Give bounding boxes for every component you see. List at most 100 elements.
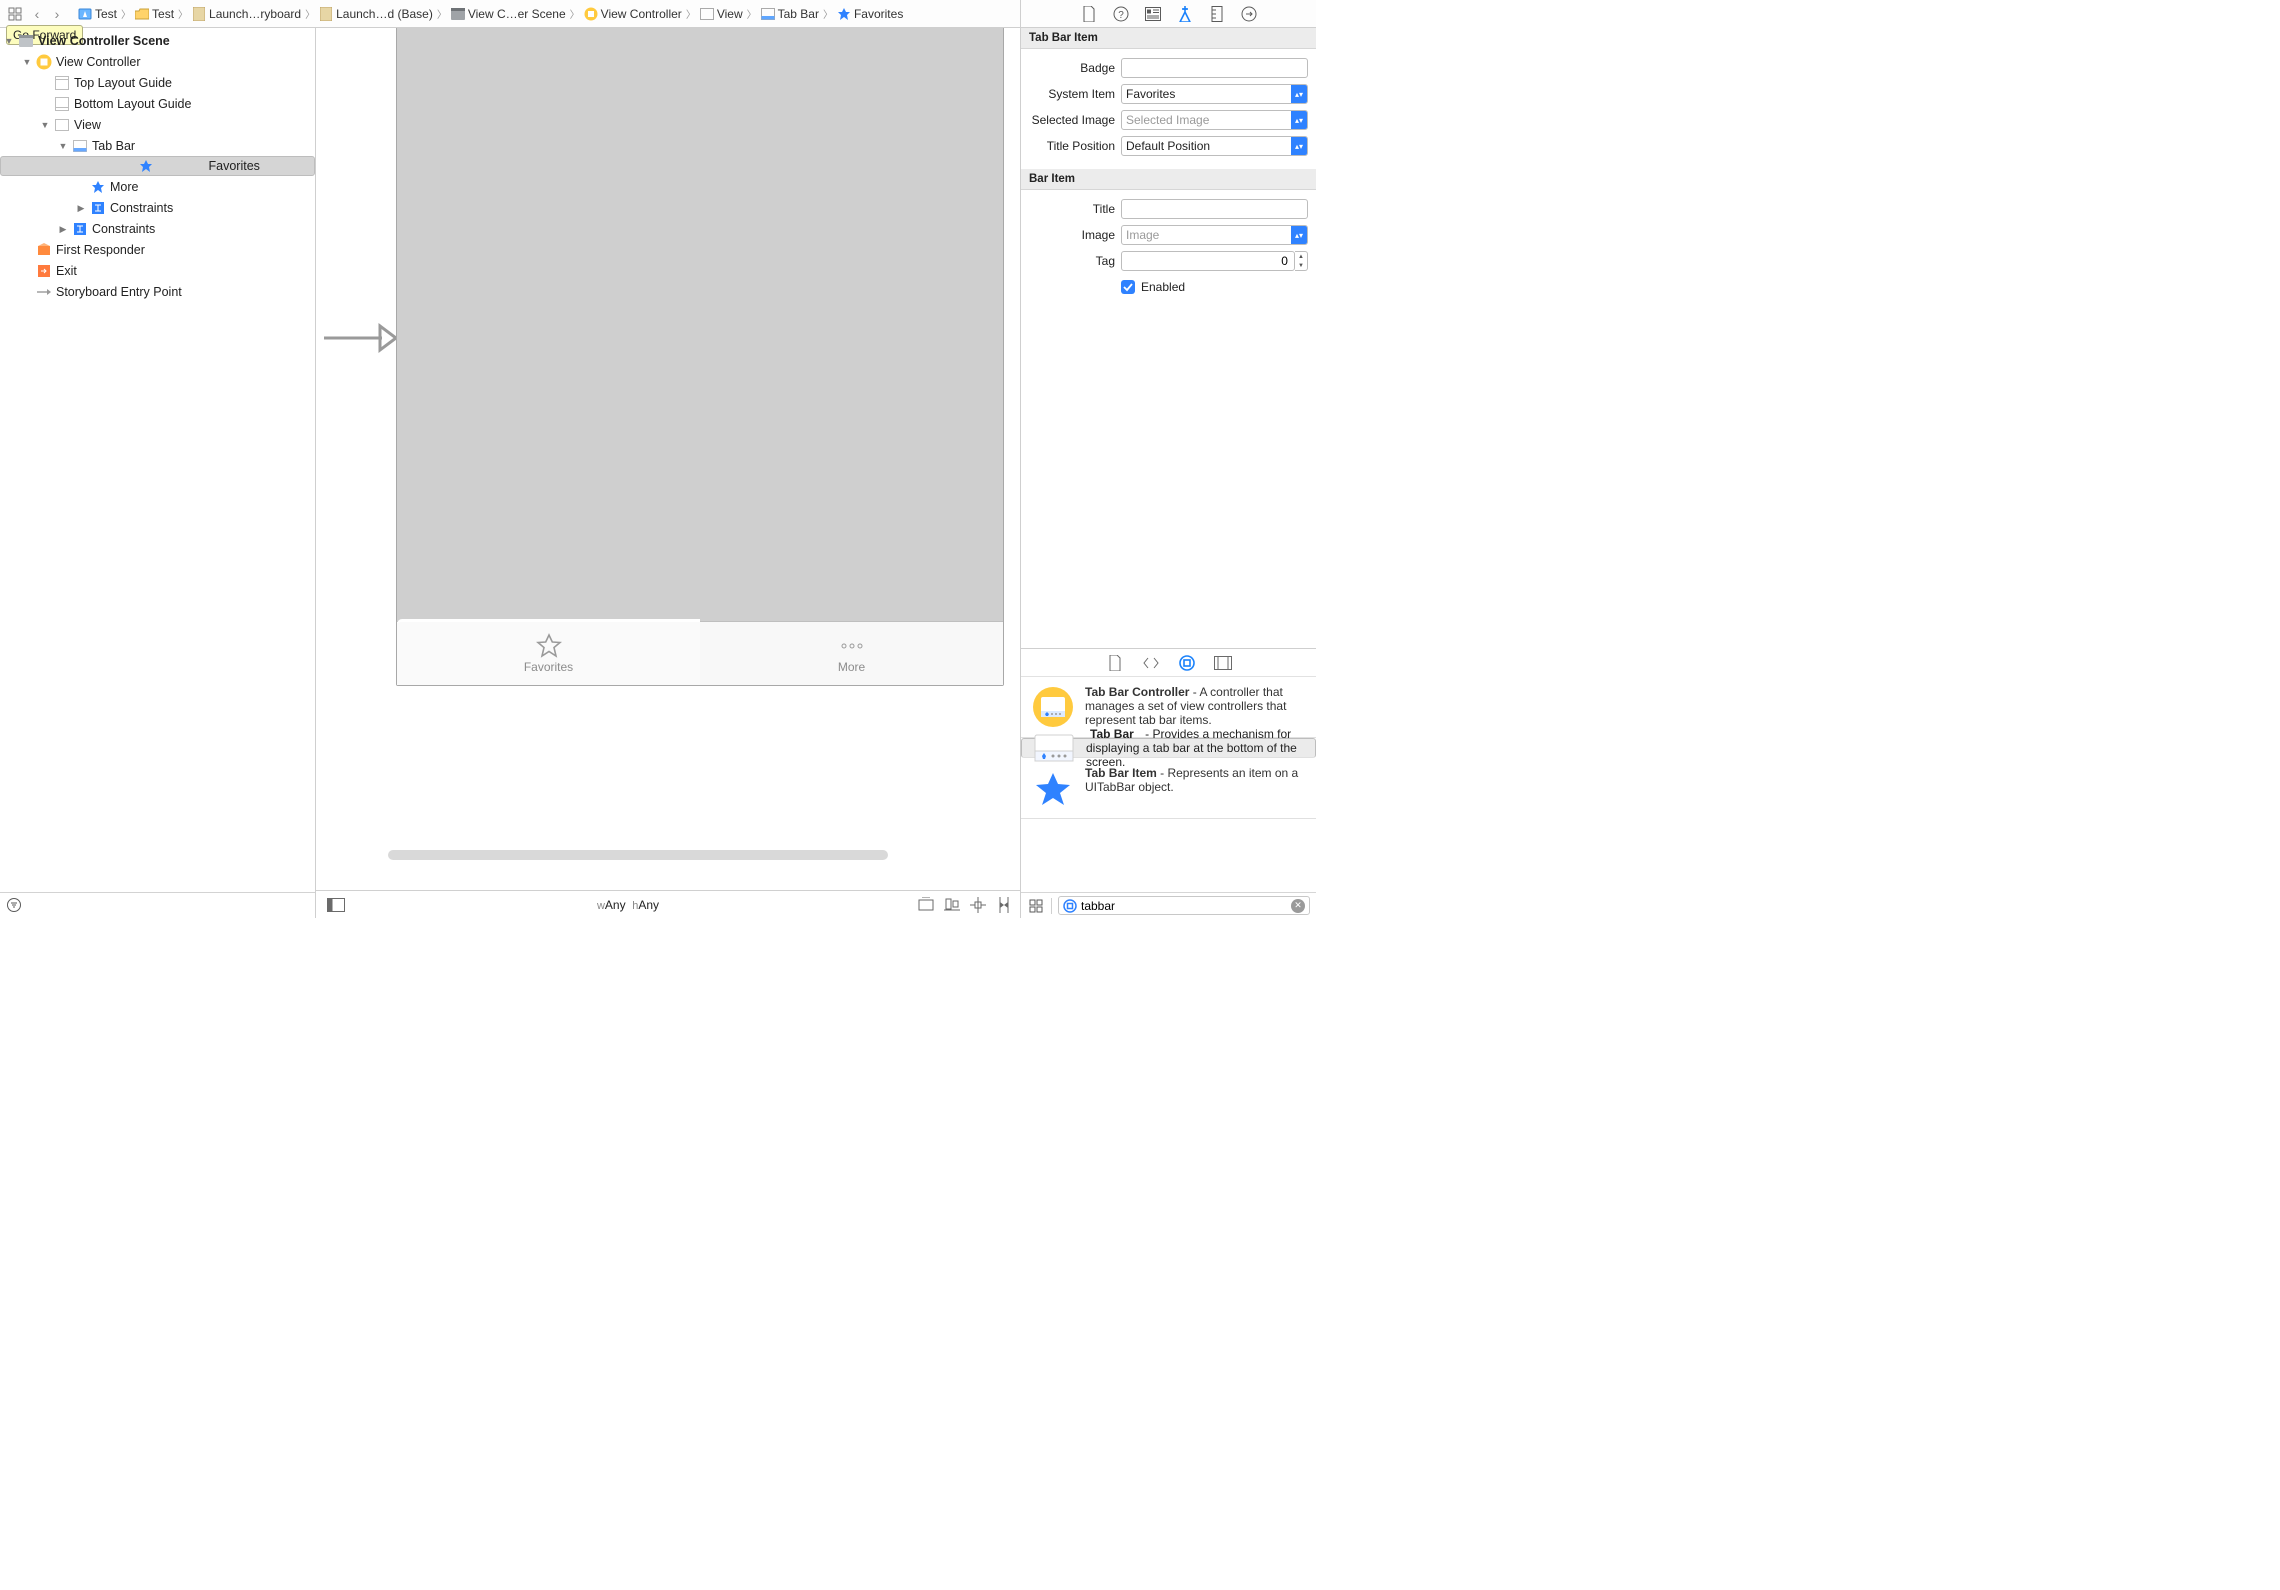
device-canvas[interactable]: Favorites More [396, 28, 1004, 686]
breadcrumb-folder[interactable]: Test [133, 7, 176, 21]
breadcrumb-storyboard[interactable]: Launch…ryboard [190, 7, 303, 21]
star-icon [90, 179, 106, 195]
enabled-label: Enabled [1141, 280, 1185, 294]
title-position-select[interactable]: Default Position▴▾ [1121, 136, 1308, 156]
enabled-checkbox[interactable]: Enabled [1121, 280, 1308, 294]
library-item-title: Tab Bar Item [1085, 766, 1157, 780]
breadcrumb-view[interactable]: View [698, 7, 745, 21]
chevron-updown-icon: ▴▾ [1291, 226, 1307, 244]
breadcrumb-project[interactable]: Test [76, 7, 119, 21]
help-inspector-icon[interactable]: ? [1112, 5, 1130, 23]
tree-tabbar[interactable]: ▼ Tab Bar [0, 135, 315, 156]
library-item-title: Tab Bar Controller [1085, 685, 1189, 699]
breadcrumb-vc[interactable]: View Controller [582, 7, 684, 21]
file-inspector-icon[interactable] [1080, 5, 1098, 23]
breadcrumb-tabbar[interactable]: Tab Bar [759, 7, 821, 21]
tree-scene[interactable]: ▼ View Controller Scene [0, 30, 315, 51]
chevron-updown-icon: ▴▾ [1291, 85, 1307, 103]
library-item-title: Tab Bar [1086, 727, 1138, 741]
library-grid-view-icon[interactable] [1027, 897, 1045, 915]
file-template-library-icon[interactable] [1106, 654, 1124, 672]
tree-exit[interactable]: Exit [0, 260, 315, 281]
tag-stepper[interactable]: ▲▼ [1295, 251, 1308, 271]
tree-more[interactable]: More [0, 176, 315, 197]
tree-constraints-inner[interactable]: ▶ Constraints [0, 197, 315, 218]
library-list[interactable]: Tab Bar Controller - A controller that m… [1021, 677, 1316, 892]
clear-search-icon[interactable]: ✕ [1291, 899, 1305, 913]
image-select[interactable]: Image▴▾ [1121, 225, 1308, 245]
title-field[interactable] [1121, 199, 1308, 219]
label-tag: Tag [1029, 254, 1115, 268]
tree-top-guide[interactable]: Top Layout Guide [0, 72, 315, 93]
canvas-tab-label: More [838, 660, 865, 674]
tag-field[interactable] [1121, 251, 1295, 271]
filter-gear-icon[interactable] [6, 897, 24, 915]
tree-entry-point[interactable]: Storyboard Entry Point [0, 281, 315, 302]
align-button[interactable] [944, 897, 960, 913]
constraints-icon [90, 200, 106, 216]
star-icon [91, 158, 201, 174]
canvas-tab-favorites[interactable]: Favorites [397, 619, 700, 685]
size-class-control[interactable]: wAny hAny [356, 898, 900, 912]
resolve-button[interactable] [996, 897, 1012, 913]
scene-icon [18, 33, 34, 49]
identity-inspector-icon[interactable] [1144, 5, 1162, 23]
system-item-select[interactable]: Favorites▴▾ [1121, 84, 1308, 104]
canvas-tab-more[interactable]: More [700, 622, 1003, 685]
library-item-tabbar[interactable]: Tab Bar - Provides a mechanism for displ… [1021, 738, 1316, 758]
tree-bottom-guide[interactable]: Bottom Layout Guide [0, 93, 315, 114]
breadcrumb-storyboard-base[interactable]: Launch…d (Base) [317, 7, 435, 21]
tabbarcontroller-thumb-icon [1031, 685, 1075, 729]
exit-icon [36, 263, 52, 279]
breadcrumb-favorites[interactable]: Favorites [835, 7, 905, 21]
connections-inspector-icon[interactable] [1240, 5, 1258, 23]
code-snippet-library-icon[interactable] [1142, 654, 1160, 672]
library-item-tabbaritem[interactable]: Tab Bar Item - Represents an item on a U… [1021, 758, 1316, 819]
breadcrumb-label: View C…er Scene [468, 7, 566, 21]
more-dots-icon [839, 634, 865, 658]
library-search[interactable]: ✕ [1058, 896, 1310, 915]
guide-icon [54, 75, 70, 91]
viewcontroller-icon [36, 54, 52, 70]
attributes-inspector-icon[interactable] [1176, 5, 1194, 23]
breadcrumb-label: Test [152, 7, 174, 21]
breadcrumb-label: Launch…ryboard [209, 7, 301, 21]
label-selected-image: Selected Image [1029, 113, 1115, 127]
selected-image-select[interactable]: Selected Image▴▾ [1121, 110, 1308, 130]
label-title: Title [1029, 202, 1115, 216]
tree-constraints[interactable]: ▶ Constraints [0, 218, 315, 239]
horizontal-scrollbar[interactable] [388, 850, 888, 860]
pin-button[interactable] [970, 897, 986, 913]
tree-favorites[interactable]: Favorites [0, 156, 315, 176]
inspector-pane: Tab Bar Item Badge System Item Favorites… [1020, 28, 1316, 918]
forward-button[interactable]: › [48, 6, 66, 22]
badge-field[interactable] [1121, 58, 1308, 78]
first-responder-icon [36, 242, 52, 258]
tabbar-thumb-icon [1032, 726, 1076, 770]
related-items-icon[interactable] [4, 5, 26, 23]
breadcrumb-scene[interactable]: View C…er Scene [449, 7, 568, 21]
tree-view[interactable]: ▼ View [0, 114, 315, 135]
outline-toggle-button[interactable] [316, 898, 356, 912]
media-library-icon[interactable] [1214, 654, 1232, 672]
stack-button[interactable] [918, 897, 934, 913]
constraints-icon [72, 221, 88, 237]
guide-icon [54, 96, 70, 112]
star-outline-icon [536, 634, 562, 658]
chevron-updown-icon: ▴▾ [1291, 111, 1307, 129]
inspector-tab-bar: ? [1020, 0, 1316, 27]
back-button[interactable]: ‹ [28, 6, 46, 22]
section-baritem: Bar Item [1021, 169, 1316, 190]
search-scope-icon[interactable] [1063, 899, 1077, 913]
tree-first-responder[interactable]: First Responder [0, 239, 315, 260]
label-image: Image [1029, 228, 1115, 242]
library-search-input[interactable] [1081, 899, 1287, 913]
tree-viewcontroller[interactable]: ▼ View Controller [0, 51, 315, 72]
outline-footer [0, 892, 315, 918]
breadcrumb-label: Launch…d (Base) [336, 7, 433, 21]
canvas-tab-label: Favorites [524, 660, 573, 674]
document-outline: ▼ View Controller Scene ▼ View Controlle… [0, 28, 316, 918]
size-inspector-icon[interactable] [1208, 5, 1226, 23]
entry-arrow-icon [36, 284, 52, 300]
object-library-icon[interactable] [1178, 654, 1196, 672]
